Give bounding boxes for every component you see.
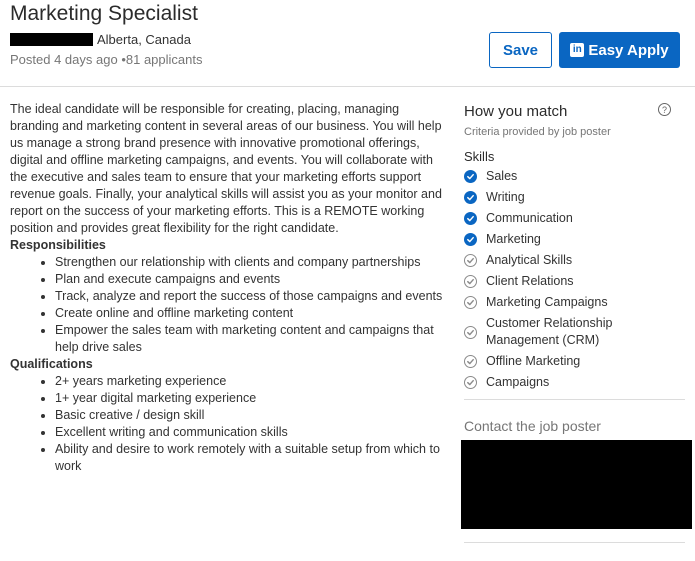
- job-location: Alberta, Canada: [97, 32, 191, 47]
- list-item: Empower the sales team with marketing co…: [55, 322, 445, 356]
- contact-heading: Contact the job poster: [464, 418, 601, 434]
- skill-label: Writing: [486, 190, 525, 204]
- qualifications-list: 2+ years marketing experience 1+ year di…: [10, 373, 445, 475]
- skill-list: Sales Writing Communication Marketing Analyt…: [464, 168, 685, 391]
- check-circle-icon: [464, 233, 477, 246]
- save-button[interactable]: Save: [489, 32, 552, 68]
- side-divider: [464, 399, 685, 400]
- job-description: The ideal candidate will be responsible …: [10, 101, 445, 475]
- applicant-count: •81 applicants: [121, 52, 203, 67]
- skill-item: Campaigns: [464, 374, 685, 391]
- linkedin-icon: in: [570, 43, 585, 57]
- how-you-match-title: How you match: [464, 103, 568, 120]
- list-item: Excellent writing and communication skil…: [55, 424, 445, 441]
- skill-label: Sales: [486, 169, 518, 183]
- easy-apply-button[interactable]: in Easy Apply: [559, 32, 680, 68]
- easy-apply-label: Easy Apply: [588, 41, 669, 59]
- job-meta: Posted 4 days ago •81 applicants: [10, 52, 203, 67]
- header-divider: [0, 86, 695, 87]
- check-circle-icon: [464, 325, 477, 339]
- skill-label: Offline Marketing: [486, 354, 581, 368]
- skill-label: Campaigns: [486, 375, 550, 389]
- responsibilities-list: Strengthen our relationship with clients…: [10, 254, 445, 356]
- check-circle-icon: [464, 296, 477, 309]
- redacted-company-name: [10, 33, 93, 46]
- qualifications-heading: Qualifications: [10, 357, 93, 371]
- check-circle-icon: [464, 254, 477, 267]
- skill-label: Customer Relationship Management (CRM): [486, 316, 613, 347]
- skill-item: Marketing: [464, 231, 685, 248]
- responsibilities-heading: Responsibilities: [10, 238, 106, 252]
- redacted-contact-card: [461, 440, 692, 529]
- list-item: Track, analyze and report the success of…: [55, 288, 445, 305]
- list-item: Create online and offline marketing cont…: [55, 305, 445, 322]
- skill-item: Analytical Skills: [464, 252, 685, 269]
- list-item: Basic creative / design skill: [55, 407, 445, 424]
- skill-item: Client Relations: [464, 273, 685, 290]
- skill-label: Client Relations: [486, 274, 574, 288]
- list-item: 2+ years marketing experience: [55, 373, 445, 390]
- description-intro: The ideal candidate will be responsible …: [10, 102, 442, 235]
- skill-label: Analytical Skills: [486, 253, 573, 267]
- skill-label: Marketing Campaigns: [486, 295, 608, 309]
- check-circle-icon: [464, 275, 477, 288]
- skill-item: Communication: [464, 210, 685, 227]
- skill-label: Marketing: [486, 232, 541, 246]
- list-item: 1+ year digital marketing experience: [55, 390, 445, 407]
- posted-date: Posted 4 days ago: [10, 52, 118, 67]
- how-you-match-panel: How you match ? Criteria provided by job…: [464, 103, 685, 434]
- company-location-row: Alberta, Canada: [10, 32, 191, 47]
- skill-item: Offline Marketing: [464, 353, 685, 370]
- skill-label: Communication: [486, 211, 573, 225]
- skill-item: Customer Relationship Management (CRM): [464, 315, 685, 349]
- check-circle-icon: [464, 170, 477, 183]
- list-item: Strengthen our relationship with clients…: [55, 254, 445, 271]
- skill-item: Marketing Campaigns: [464, 294, 685, 311]
- side-divider-bottom: [464, 542, 685, 543]
- skills-heading: Skills: [464, 149, 495, 164]
- list-item: Plan and execute campaigns and events: [55, 271, 445, 288]
- job-title: Marketing Specialist: [10, 2, 198, 25]
- skill-item: Sales: [464, 168, 685, 185]
- list-item: Ability and desire to work remotely with…: [55, 441, 445, 475]
- check-circle-icon: [464, 191, 477, 204]
- check-circle-icon: [464, 376, 477, 389]
- help-circle-icon[interactable]: ?: [658, 103, 671, 116]
- criteria-note: Criteria provided by job poster: [464, 126, 611, 138]
- skill-item: Writing: [464, 189, 685, 206]
- check-circle-icon: [464, 355, 477, 368]
- check-circle-icon: [464, 212, 477, 225]
